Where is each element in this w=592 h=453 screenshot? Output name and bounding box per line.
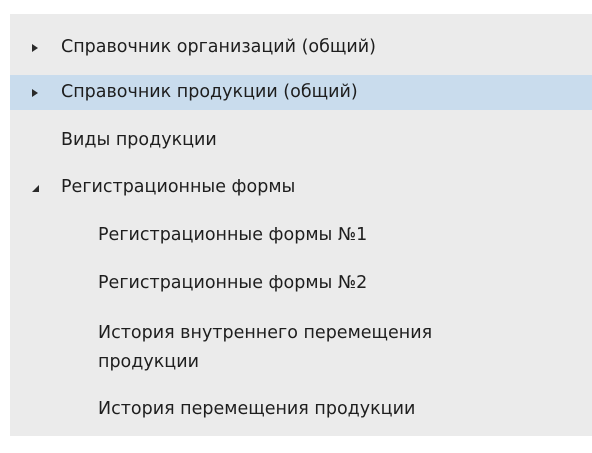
tree-item-movement-history[interactable]: История перемещения продукции: [10, 392, 592, 427]
tree-item-label: Регистрационные формы: [61, 177, 296, 197]
tree-item-registration-forms-1[interactable]: Регистрационные формы №1: [10, 218, 592, 253]
tree-item-label: Справочник организаций (общий): [61, 37, 376, 57]
tree-item-label: Справочник продукции (общий): [61, 82, 358, 102]
expand-arrow-icon[interactable]: [28, 36, 42, 59]
navigation-tree: Справочник организаций (общий) Справочни…: [10, 14, 592, 436]
tree-item-label: Виды продукции: [61, 130, 217, 150]
tree-item-label: Регистрационные формы №1: [98, 225, 368, 245]
tree-item-products-directory[interactable]: Справочник продукции (общий): [10, 75, 592, 110]
tree-item-registration-forms-2[interactable]: Регистрационные формы №2: [10, 266, 592, 301]
tree-item-registration-forms[interactable]: Регистрационные формы: [10, 170, 592, 205]
tree-item-product-types[interactable]: Виды продукции: [10, 123, 592, 158]
expand-arrow-icon[interactable]: [28, 81, 42, 104]
window-frame: Справочник организаций (общий) Справочни…: [0, 0, 592, 453]
tree-item-organizations-directory[interactable]: Справочник организаций (общий): [10, 30, 592, 65]
tree-item-internal-movement-history[interactable]: История внутреннего перемещения продукци…: [10, 313, 592, 377]
collapse-arrow-icon[interactable]: [28, 176, 42, 199]
tree-item-label: История перемещения продукции: [98, 399, 416, 419]
tree-item-label: Регистрационные формы №2: [98, 273, 368, 293]
tree-item-label: История внутреннего перемещения продукци…: [98, 323, 433, 372]
